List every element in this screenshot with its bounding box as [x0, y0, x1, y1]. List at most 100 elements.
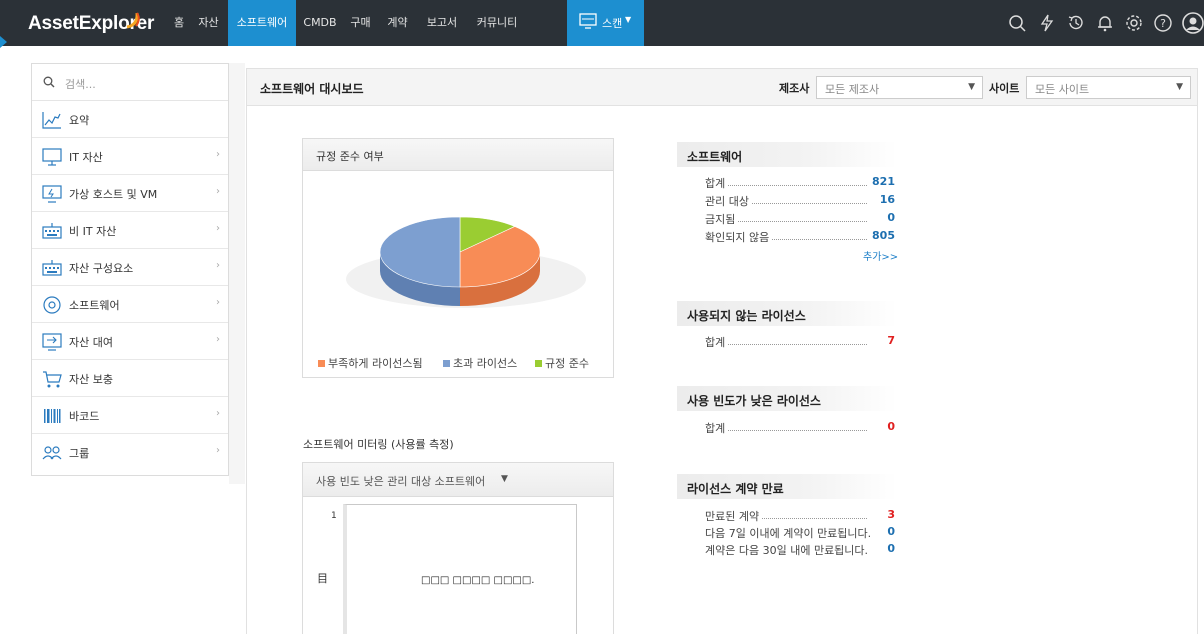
stat-value[interactable]: 3 [887, 508, 895, 521]
low-usage-licenses-title: 사용 빈도가 낮은 라이선스 [687, 394, 821, 408]
metering-selector[interactable]: 사용 빈도 낮은 관리 대상 소프트웨어 ▼ [303, 463, 613, 497]
barcode-icon [44, 409, 61, 423]
scan-label: 스캔 [602, 17, 623, 30]
nav-cmdb[interactable]: CMDB [300, 0, 340, 46]
chevron-right-icon: › [216, 334, 220, 345]
sidebar-item-asset-loan[interactable]: 자산 대여 › [32, 323, 228, 360]
chevron-right-icon: › [216, 445, 220, 456]
stat-row-expiring-7-days[interactable]: 다음 7일 이내에 계약이 만료됩니다. 0 [705, 525, 895, 541]
monitor-icon [42, 148, 62, 166]
sidebar-item-asset-components[interactable]: 자산 구성요소 › [32, 249, 228, 286]
settings-gear-icon[interactable] [1124, 13, 1144, 33]
sidebar-indicator-arrow [0, 36, 7, 48]
sidebar-item-label: 소프트웨어 [69, 299, 120, 312]
sidebar-item-barcode[interactable]: 바코드 › [32, 397, 228, 434]
sidebar-item-label: 자산 보충 [69, 373, 113, 386]
sidebar-item-asset-replenish[interactable]: 자산 보충 [32, 360, 228, 397]
sidebar-item-label: 그룹 [69, 447, 90, 460]
sidebar-item-label: 자산 대여 [69, 336, 113, 349]
legend-swatch [535, 360, 542, 367]
legend-over-licensed[interactable]: 초과 라이선스 [443, 355, 517, 371]
compliance-panel-header: 규정 준수 여부 [303, 139, 613, 171]
nav-purchase[interactable]: 구매 [347, 0, 374, 46]
chevron-right-icon: › [216, 260, 220, 271]
stat-row-expired[interactable]: 만료된 계약 3 [705, 508, 895, 524]
compliance-panel: 규정 준수 여부 부족하게 라이선스됨 초과 라이선스 규정 준수 [302, 138, 614, 378]
stat-value[interactable]: 7 [887, 334, 895, 347]
disc-icon [43, 296, 61, 314]
sidebar-item-summary[interactable]: 요약 [32, 101, 228, 138]
stat-row-expiring-30-days[interactable]: 계약은 다음 30일 내에 만료됩니다. 0 [705, 542, 895, 558]
stat-value[interactable]: 0 [887, 542, 895, 555]
stat-value[interactable]: 0 [887, 525, 895, 538]
stat-row-total[interactable]: 합계 821 [705, 175, 895, 191]
manufacturer-select[interactable]: 모든 제조사 ▼ [816, 76, 983, 99]
sidebar: 검색... 요약 IT 자산 › 가상 호스트 및 VM › 비 IT 자산 ›… [31, 63, 229, 476]
sidebar-item-virtual-hosts[interactable]: 가상 호스트 및 VM › [32, 175, 228, 212]
dot-leader [705, 185, 867, 186]
site-select[interactable]: 모든 사이트 ▼ [1026, 76, 1191, 99]
chevron-down-icon: ▼ [625, 15, 632, 24]
legend-under-licensed[interactable]: 부족하게 라이선스됨 [318, 355, 423, 371]
sidebar-item-software[interactable]: 소프트웨어 › [32, 286, 228, 323]
search-icon[interactable] [1007, 13, 1027, 33]
keyboard-icon [42, 223, 62, 239]
nav-contracts[interactable]: 계약 [384, 0, 411, 46]
nav-community[interactable]: 커뮤니티 [472, 0, 522, 46]
history-icon[interactable] [1066, 13, 1086, 33]
legend-label: 규정 준수 [545, 357, 589, 370]
sidebar-gutter [229, 63, 245, 484]
chevron-down-icon: ▼ [501, 474, 508, 484]
dashboard-title: 소프트웨어 대시보드 [260, 82, 364, 96]
virtual-host-icon [42, 185, 62, 203]
metering-chart-area [343, 504, 577, 634]
lightning-icon[interactable] [1037, 13, 1057, 33]
help-icon[interactable]: ? [1153, 13, 1173, 33]
nav-software[interactable]: 소프트웨어 [228, 0, 296, 46]
dashboard-header: 소프트웨어 대시보드 제조사 모든 제조사 ▼ 사이트 모든 사이트 ▼ [247, 69, 1197, 106]
compliance-pie-chart[interactable] [303, 172, 613, 342]
sidebar-search[interactable]: 검색... [32, 64, 228, 101]
stat-row-unidentified[interactable]: 확인되지 않음 805 [705, 229, 895, 245]
stat-value[interactable]: 0 [887, 211, 895, 224]
stat-row-managed[interactable]: 관리 대상 16 [705, 193, 895, 209]
stat-row-unused-total[interactable]: 합계 7 [705, 334, 895, 350]
chevron-right-icon: › [216, 186, 220, 197]
chevron-right-icon: › [216, 149, 220, 160]
scan-button[interactable]: 스캔 ▼ [567, 0, 644, 46]
sidebar-item-label: 바코드 [69, 410, 100, 423]
bell-icon[interactable] [1095, 13, 1115, 33]
stat-row-prohibited[interactable]: 금지됨 0 [705, 211, 895, 227]
group-icon [42, 446, 62, 460]
nav-reports[interactable]: 보고서 [422, 0, 462, 46]
legend-compliant[interactable]: 규정 준수 [535, 355, 589, 371]
dot-leader [705, 430, 867, 431]
user-avatar-icon[interactable] [1182, 12, 1204, 34]
more-link[interactable]: 추가>> [863, 248, 898, 263]
legend-label: 부족하게 라이선스됨 [328, 357, 423, 370]
low-usage-licenses-header: 사용 빈도가 낮은 라이선스 [677, 386, 897, 411]
metering-title: 소프트웨어 미터링 (사용률 측정) [303, 438, 454, 451]
sidebar-item-groups[interactable]: 그룹 › [32, 434, 228, 471]
unused-licenses-title: 사용되지 않는 라이선스 [687, 309, 806, 323]
top-navigation-bar: AssetExplorer 홈 자산 소프트웨어 CMDB 구매 계약 보고서 … [0, 0, 1204, 46]
stat-row-lowuse-total[interactable]: 합계 0 [705, 420, 895, 436]
stat-value[interactable]: 821 [872, 175, 895, 188]
stat-value[interactable]: 16 [880, 193, 895, 206]
site-value: 모든 사이트 [1035, 83, 1090, 96]
nav-assets[interactable]: 자산 [195, 0, 222, 46]
asset-loan-icon [42, 333, 62, 351]
sidebar-item-non-it-assets[interactable]: 비 IT 자산 › [32, 212, 228, 249]
chevron-right-icon: › [216, 223, 220, 234]
no-data-message: □□□ □□□□ □□□□. [421, 575, 535, 586]
stat-value[interactable]: 805 [872, 229, 895, 242]
sidebar-item-it-assets[interactable]: IT 자산 › [32, 138, 228, 175]
unused-licenses-header: 사용되지 않는 라이선스 [677, 301, 897, 326]
software-dashboard: 소프트웨어 대시보드 제조사 모든 제조사 ▼ 사이트 모든 사이트 ▼ 규정 … [246, 68, 1198, 634]
software-summary-title: 소프트웨어 [687, 150, 743, 164]
stat-label: 합계 [705, 334, 728, 350]
dropdown-arrow-icon: ▼ [1176, 82, 1183, 92]
legend-swatch [318, 360, 325, 367]
nav-home[interactable]: 홈 [168, 0, 190, 46]
stat-value[interactable]: 0 [887, 420, 895, 433]
